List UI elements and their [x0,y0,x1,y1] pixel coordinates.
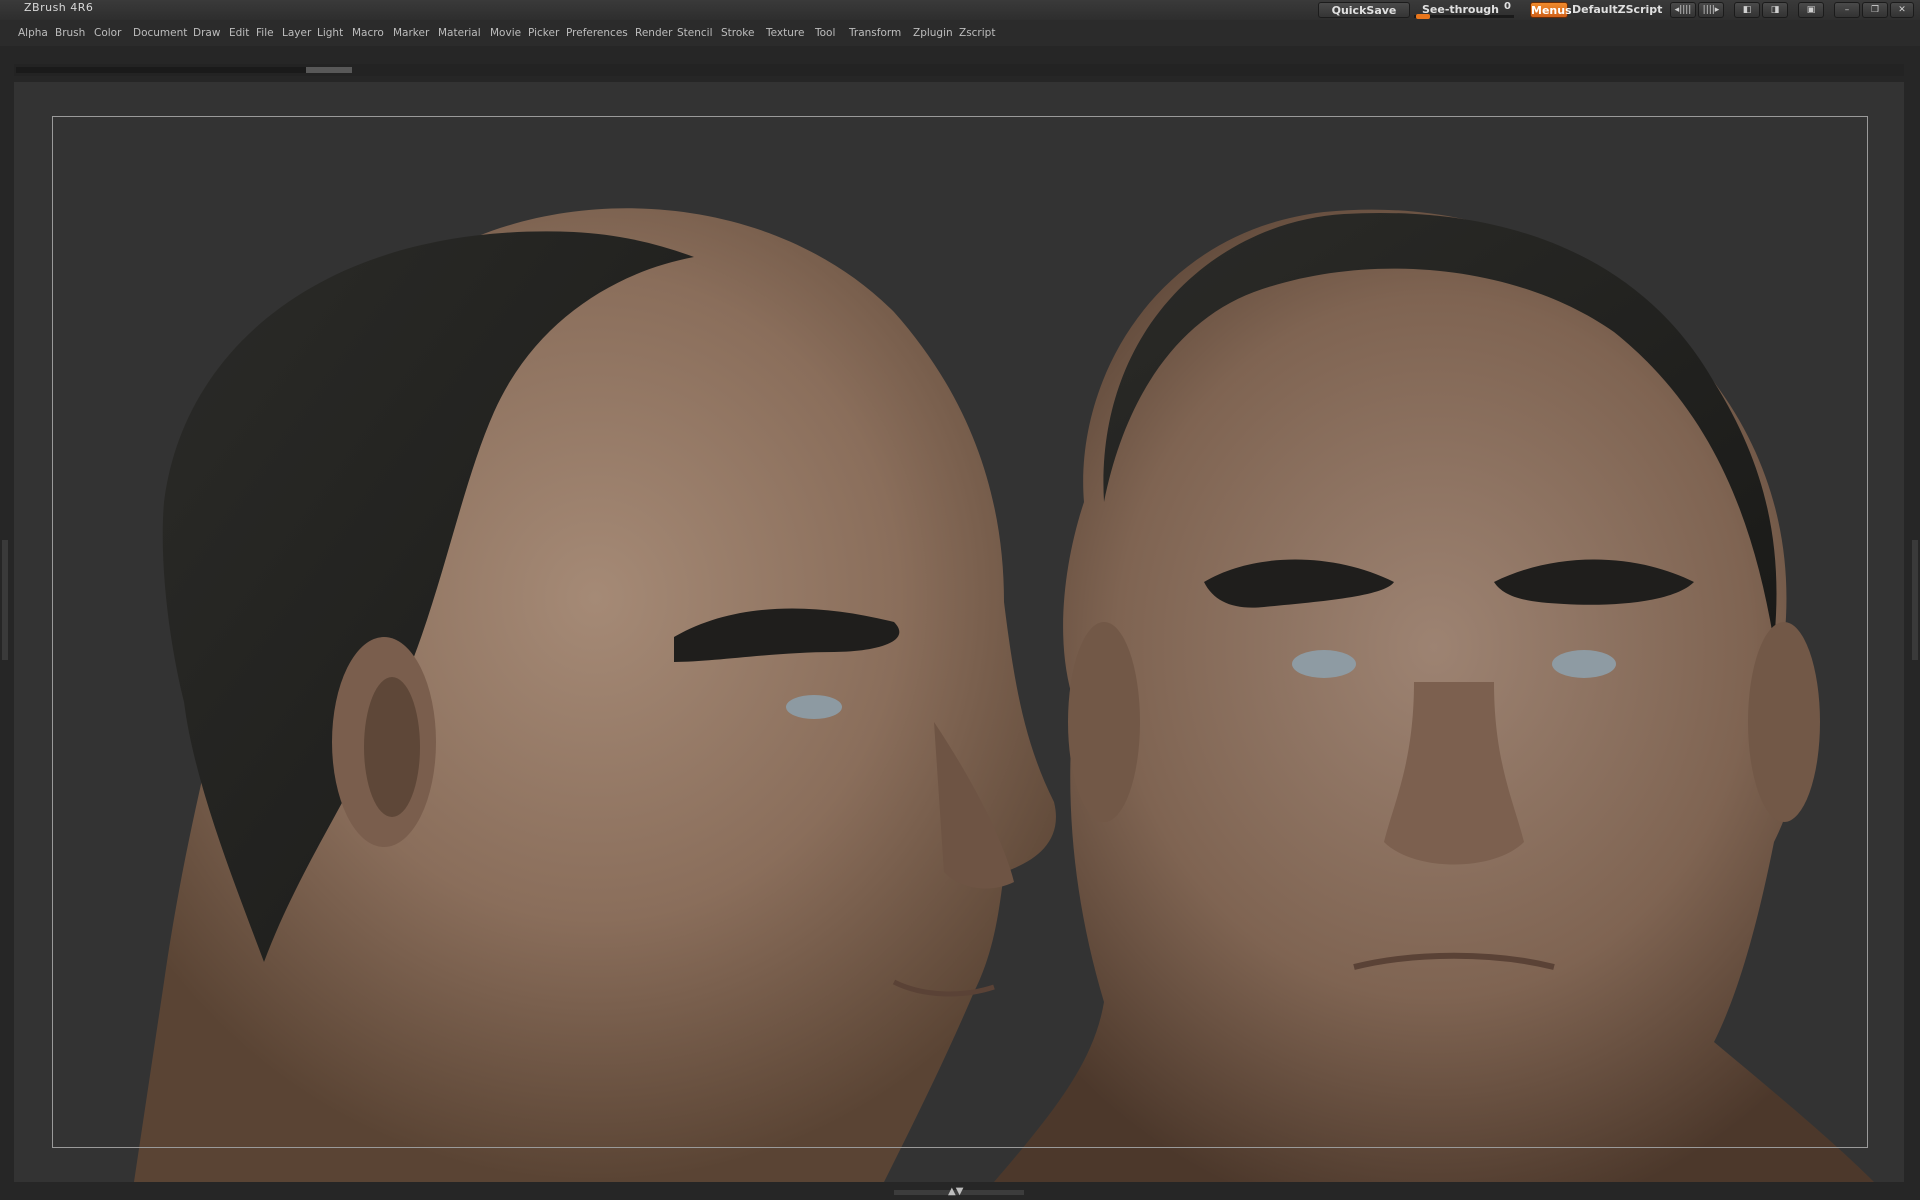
menu-tool[interactable]: Tool [815,25,835,41]
left-tray-toggle[interactable] [2,540,8,660]
menu-color[interactable]: Color [94,25,121,41]
layout-a-icon[interactable]: ◧ [1734,2,1760,18]
dock-right-icon[interactable]: ||||▸ [1698,2,1724,18]
restore-icon[interactable]: ❐ [1862,2,1888,18]
menu-movie[interactable]: Movie [490,25,521,41]
quicksave-button[interactable]: QuickSave [1318,2,1410,18]
menu-macro[interactable]: Macro [352,25,384,41]
menu-stencil[interactable]: Stencil [677,25,713,41]
main-menu-bar: Alpha Brush Color Document Draw Edit Fil… [0,20,1920,46]
menu-render[interactable]: Render [635,25,672,41]
bottom-tray-toggle-icon[interactable]: ▲▼ [948,1186,963,1197]
see-through-slider-knob[interactable] [1416,14,1430,19]
app-title: ZBrush 4R6 [24,1,94,14]
menu-file[interactable]: File [256,25,274,41]
menu-light[interactable]: Light [317,25,343,41]
dock-left-icon[interactable]: ◂|||| [1670,2,1696,18]
menu-preferences[interactable]: Preferences [566,25,628,41]
menu-layer[interactable]: Layer [282,25,311,41]
menu-alpha[interactable]: Alpha [18,25,48,41]
document-canvas[interactable] [14,82,1904,1182]
menus-button[interactable]: Menus [1530,2,1572,18]
menu-brush[interactable]: Brush [55,25,85,41]
default-zscript-button[interactable]: DefaultZScript [1572,2,1662,18]
layout-b-icon[interactable]: ◨ [1762,2,1788,18]
document-frame [52,116,1868,1148]
menu-zscript[interactable]: Zscript [959,25,995,41]
menu-material[interactable]: Material [438,25,481,41]
menu-document[interactable]: Document [133,25,187,41]
menu-stroke[interactable]: Stroke [721,25,754,41]
menu-texture[interactable]: Texture [766,25,804,41]
menu-edit[interactable]: Edit [229,25,249,41]
see-through-value: 0 [1504,1,1511,12]
title-bar: ZBrush 4R6 QuickSave See-through 0 Menus… [0,0,1920,20]
menu-zplugin[interactable]: Zplugin [913,25,953,41]
menu-marker[interactable]: Marker [393,25,429,41]
right-tray-toggle[interactable] [1912,540,1918,660]
menu-transform[interactable]: Transform [849,25,901,41]
menu-picker[interactable]: Picker [528,25,559,41]
minimize-icon[interactable]: – [1834,2,1860,18]
tray-scroll-handle[interactable] [306,67,352,73]
lock-icon[interactable]: ▣ [1798,2,1824,18]
menu-draw[interactable]: Draw [193,25,220,41]
close-icon[interactable]: ✕ [1890,2,1914,18]
tray-scroll-track[interactable] [16,67,306,73]
